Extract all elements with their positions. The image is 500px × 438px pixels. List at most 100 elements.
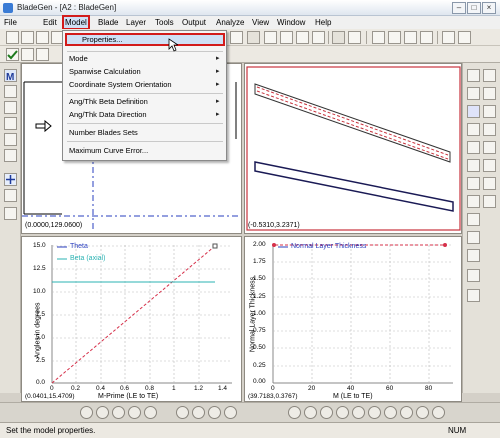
view-tool-19-icon[interactable]	[467, 269, 480, 282]
thickness-chart-pane[interactable]: Normal Layer Thickness 2.00 1.75 1.50 1.…	[244, 236, 462, 402]
menu-item-spanwise[interactable]: Spanwise Calculation	[69, 67, 141, 76]
view-tool-20-icon[interactable]	[467, 289, 480, 302]
view-tool-11-icon[interactable]	[483, 159, 496, 172]
rotate-icon[interactable]	[348, 31, 361, 44]
layer-icon[interactable]	[36, 48, 49, 61]
add-point-icon[interactable]	[4, 173, 17, 186]
draw-tool-7-icon[interactable]	[4, 207, 17, 220]
view-tool-7-icon[interactable]	[483, 123, 496, 136]
layer-tool-14-icon[interactable]	[432, 406, 445, 419]
layer-tool-3-icon[interactable]	[208, 406, 221, 419]
view-tool-4-icon[interactable]	[483, 87, 496, 100]
line-tool-icon[interactable]	[420, 31, 433, 44]
checkmark-icon[interactable]	[6, 48, 19, 61]
menu-item-coordinate-orientation[interactable]: Coordinate System Orientation	[69, 80, 172, 89]
nav-last-icon[interactable]	[144, 406, 157, 419]
maximize-button[interactable]: □	[467, 2, 481, 14]
menu-item-properties-label[interactable]: Properties...	[82, 35, 122, 44]
new-file-icon[interactable]	[6, 31, 19, 44]
layer-tool-10-icon[interactable]	[368, 406, 381, 419]
menu-item-max-curve-error[interactable]: Maximum Curve Error...	[69, 146, 148, 155]
meridional-mode-icon[interactable]: M	[4, 69, 17, 83]
nav-play-icon[interactable]	[112, 406, 125, 419]
menu-model[interactable]: Model	[62, 15, 90, 30]
thickness-coord: (39.7183,0.3767)	[248, 393, 298, 400]
view-tool-10-icon[interactable]	[467, 159, 480, 172]
view-tool-9-icon[interactable]	[483, 141, 496, 154]
layer-tool-1-icon[interactable]	[176, 406, 189, 419]
nav-first-icon[interactable]	[80, 406, 93, 419]
draw-tool-3-icon[interactable]	[4, 117, 17, 130]
open-folder-icon[interactable]	[21, 31, 34, 44]
close-button[interactable]: ×	[482, 2, 496, 14]
view-tool-3-icon[interactable]	[467, 87, 480, 100]
edit-curve-icon[interactable]	[388, 31, 401, 44]
menu-item-beta-definition[interactable]: Ang/Thk Beta Definition	[69, 97, 148, 106]
menu-output[interactable]: Output	[181, 17, 207, 28]
view-tool-5-icon[interactable]	[483, 105, 496, 118]
theta-curve	[51, 245, 216, 384]
draw-tool-6-icon[interactable]	[4, 189, 17, 202]
view-tool-8-icon[interactable]	[467, 141, 480, 154]
layer-tool-13-icon[interactable]	[416, 406, 429, 419]
menu-edit[interactable]: Edit	[42, 17, 58, 28]
menu-item-number-blades-sets[interactable]: Number Blades Sets	[69, 128, 138, 137]
draw-tool-4-icon[interactable]	[4, 133, 17, 146]
layer-tool-7-icon[interactable]	[320, 406, 333, 419]
zoom-out-icon[interactable]	[296, 31, 309, 44]
layer-tool-8-icon[interactable]	[336, 406, 349, 419]
view-tool-2-icon[interactable]	[483, 69, 496, 82]
menu-item-data-direction[interactable]: Ang/Thk Data Direction	[69, 110, 147, 119]
layer-tool-11-icon[interactable]	[384, 406, 397, 419]
move-icon[interactable]	[332, 31, 345, 44]
view-tool-6-icon[interactable]	[467, 123, 480, 136]
menu-blade[interactable]: Blade	[97, 17, 119, 28]
menu-view[interactable]: View	[251, 17, 270, 28]
draw-tool-1-icon[interactable]	[4, 85, 17, 98]
minimize-button[interactable]: –	[452, 2, 466, 14]
menu-file[interactable]: File	[3, 17, 18, 28]
zoom-box-icon[interactable]	[230, 31, 243, 44]
select-point-icon[interactable]	[372, 31, 385, 44]
layer-tool-6-icon[interactable]	[304, 406, 317, 419]
menu-help[interactable]: Help	[314, 17, 332, 28]
app-icon	[3, 3, 13, 13]
grid-icon[interactable]	[247, 31, 260, 44]
menu-analyze[interactable]: Analyze	[215, 17, 245, 28]
layer-tool-2-icon[interactable]	[192, 406, 205, 419]
view-tool-1-icon[interactable]	[467, 69, 480, 82]
draw-tool-5-icon[interactable]	[4, 149, 17, 162]
view-tool-13-icon[interactable]	[483, 177, 496, 190]
view-tool-17-icon[interactable]	[467, 231, 480, 244]
menu-tools[interactable]: Tools	[154, 17, 175, 28]
draw-tool-2-icon[interactable]	[4, 101, 17, 114]
tool-icon[interactable]	[21, 48, 34, 61]
nav-next-icon[interactable]	[128, 406, 141, 419]
menu-item-mode[interactable]: Mode	[69, 54, 88, 63]
angle-chart-pane[interactable]: Theta Beta (axial) 15.0 12.5 10.0 7.5 5.…	[21, 236, 242, 402]
view-tool-12-icon[interactable]	[467, 177, 480, 190]
num-lock-indicator: NUM	[448, 426, 467, 435]
layer-tool-5-icon[interactable]	[288, 406, 301, 419]
view-tool-18-icon[interactable]	[467, 249, 480, 262]
status-message: Set the model properties.	[6, 426, 96, 435]
zoom-window-icon[interactable]	[264, 31, 277, 44]
context-help-icon[interactable]	[442, 31, 455, 44]
layer-tool-12-icon[interactable]	[400, 406, 413, 419]
view-tool-16-icon[interactable]	[467, 213, 480, 226]
zoom-in-icon[interactable]	[280, 31, 293, 44]
settings-icon[interactable]	[458, 31, 471, 44]
blade-view-pane[interactable]: (-0.5310,3.2371)	[244, 63, 462, 234]
blade-view-icon[interactable]	[467, 105, 480, 118]
view-tool-15-icon[interactable]	[483, 195, 496, 208]
nav-prev-icon[interactable]	[96, 406, 109, 419]
layer-tool-4-icon[interactable]	[224, 406, 237, 419]
menu-window[interactable]: Window	[276, 17, 306, 28]
layer-tool-9-icon[interactable]	[352, 406, 365, 419]
pan-icon[interactable]	[312, 31, 325, 44]
bottom-toolbar	[0, 402, 500, 422]
spline-icon[interactable]	[404, 31, 417, 44]
save-icon[interactable]	[36, 31, 49, 44]
menu-layer[interactable]: Layer	[125, 17, 147, 28]
view-tool-14-icon[interactable]	[467, 195, 480, 208]
